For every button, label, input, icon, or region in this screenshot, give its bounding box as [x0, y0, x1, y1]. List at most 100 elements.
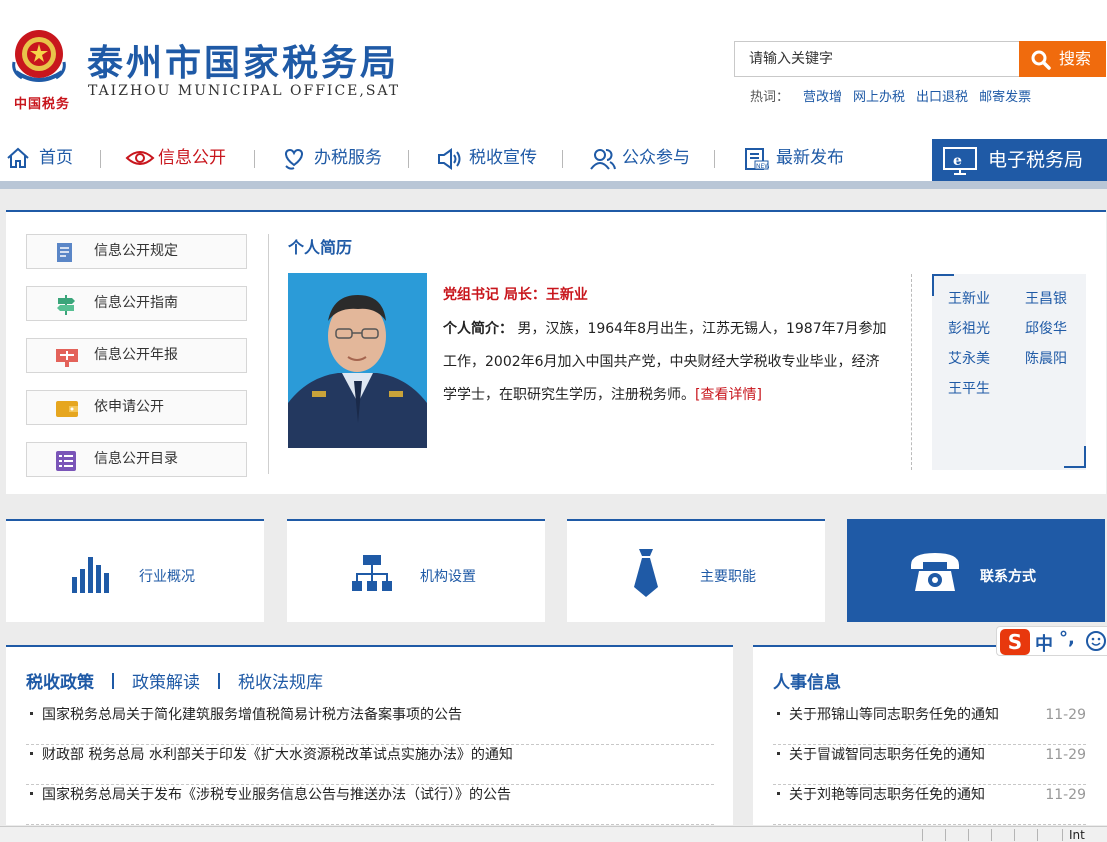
- hotwords: 热词： 营改增 网上办税 出口退税 邮寄发票: [750, 86, 1042, 105]
- nav-item-latest-release[interactable]: NEW 最新发布: [743, 138, 853, 178]
- leader-title: 党组书记 局长：王新业: [443, 287, 588, 303]
- list-icon: [56, 451, 76, 471]
- view-details-link[interactable]: [查看详情]: [695, 387, 762, 403]
- leader-link[interactable]: 陈晨阳: [1025, 348, 1067, 368]
- hotword-link[interactable]: 邮寄发票: [979, 90, 1031, 105]
- sidebar-item-catalog[interactable]: 信息公开目录: [26, 442, 247, 477]
- bio-label: 个人简介：: [443, 321, 513, 337]
- status-divider: [1062, 829, 1063, 841]
- news-title: 国家税务总局关于发布《涉税专业服务信息公告与推送办法（试行）》的公告: [42, 787, 511, 803]
- nav-underline: [0, 181, 1107, 189]
- eye-icon: [125, 151, 155, 165]
- nav-divider: [408, 150, 409, 168]
- report-icon: [56, 349, 78, 367]
- tile-org-structure[interactable]: 机构设置: [287, 519, 545, 622]
- bullet: [30, 712, 33, 715]
- profile-divider: [911, 274, 912, 470]
- bullet: [777, 792, 780, 795]
- personnel-item-title: 关于邢锦山等同志职务任免的通知: [789, 707, 999, 723]
- status-divider: [1037, 829, 1038, 841]
- tab-divider: [218, 673, 220, 689]
- leader-portrait[interactable]: [288, 273, 427, 448]
- ime-chinese-mode[interactable]: 中: [1035, 630, 1053, 656]
- nav-item-info-disclosure[interactable]: 信息公开: [125, 138, 235, 178]
- sidebar-item-label: 依申请公开: [94, 399, 164, 415]
- national-tax-emblem-icon: [12, 30, 66, 82]
- site-subtitle: TAIZHOU MUNICIPAL OFFICE,SAT: [88, 83, 401, 99]
- sidebar-item-label: 信息公开目录: [94, 451, 178, 467]
- personnel-item[interactable]: 关于刘艳等同志职务任免的通知 11-29: [773, 785, 1086, 825]
- wallet-icon: [56, 401, 78, 417]
- leader-bio: 个人简介： 男，汉族，1964年8月出生，江苏无锡人，1987年7月参加工作，2…: [443, 313, 889, 412]
- hotword-link[interactable]: 网上办税: [853, 90, 905, 105]
- browser-status-bar: Int: [0, 826, 1107, 842]
- telephone-icon: [911, 553, 959, 591]
- personnel-item[interactable]: 关于邢锦山等同志职务任免的通知 11-29: [773, 705, 1086, 745]
- people-icon: [590, 149, 616, 170]
- nav-item-label: 公众参与: [622, 148, 690, 168]
- document-icon: [57, 243, 72, 262]
- search-icon: [1031, 50, 1051, 70]
- nav-item-tax-service[interactable]: 办税服务: [281, 138, 391, 178]
- tab-tax-law-library[interactable]: 税收法规库: [238, 668, 323, 693]
- sidebar-item-label: 信息公开年报: [94, 347, 178, 363]
- tile-contact[interactable]: 联系方式: [847, 519, 1105, 622]
- news-item[interactable]: 国家税务总局关于简化建筑服务增值税简易计税方法备案事项的公告: [26, 705, 714, 745]
- tile-label: 联系方式: [980, 569, 1036, 585]
- hotword-link[interactable]: 出口退税: [916, 90, 968, 105]
- leader-link[interactable]: 王新业: [948, 288, 990, 308]
- nav-divider: [254, 150, 255, 168]
- profile-heading: 个人简历: [288, 238, 353, 257]
- nav-divider: [100, 150, 101, 168]
- sidebar-item-regulations[interactable]: 信息公开规定: [26, 234, 247, 269]
- personnel-item[interactable]: 关于冒诚智同志职务任免的通知 11-29: [773, 745, 1086, 785]
- leader-link[interactable]: 彭祖光: [948, 318, 990, 338]
- nav-item-label: 税收宣传: [469, 148, 537, 168]
- sogou-logo-icon[interactable]: S: [1000, 629, 1030, 655]
- personnel-title[interactable]: 人事信息: [773, 668, 841, 693]
- hotword-link[interactable]: 营改增: [803, 90, 842, 105]
- search-button-label: 搜索: [1059, 49, 1092, 68]
- nav-item-home[interactable]: 首页: [6, 138, 86, 178]
- svg-text:e: e: [953, 153, 962, 169]
- sidebar-item-annual-report[interactable]: 信息公开年报: [26, 338, 247, 373]
- status-divider: [922, 829, 923, 841]
- news-title: 国家税务总局关于简化建筑服务增值税简易计税方法备案事项的公告: [42, 707, 462, 723]
- emoji-icon[interactable]: [1085, 630, 1107, 652]
- nav-divider: [562, 150, 563, 168]
- bullet: [777, 712, 780, 715]
- nav-item-tax-publicity[interactable]: 税收宣传: [436, 138, 546, 178]
- ime-punctuation[interactable]: °,: [1059, 628, 1075, 649]
- sidebar-divider: [268, 234, 269, 474]
- e-tax-bureau-button[interactable]: e 电子税务局: [932, 139, 1107, 181]
- bullet: [30, 752, 33, 755]
- news-item[interactable]: 财政部 税务总局 水利部关于印发《扩大水资源税改革试点实施办法》的通知: [26, 745, 714, 785]
- status-divider: [968, 829, 969, 841]
- news-item[interactable]: 国家税务总局关于发布《涉税专业服务信息公告与推送办法（试行）》的公告: [26, 785, 714, 825]
- tab-policy-interpretation[interactable]: 政策解读: [132, 668, 200, 693]
- home-icon: [7, 147, 29, 168]
- ime-toolbar[interactable]: S 中 °,: [996, 626, 1107, 656]
- tile-main-functions[interactable]: 主要职能: [567, 519, 825, 622]
- svg-text:NEW: NEW: [756, 163, 769, 170]
- nav-divider: [714, 150, 715, 168]
- search-button[interactable]: 搜索: [1019, 41, 1106, 77]
- signpost-icon: [57, 295, 75, 315]
- nav-item-public-participation[interactable]: 公众参与: [589, 138, 699, 178]
- search-input[interactable]: 请输入关键字: [734, 41, 1019, 77]
- policy-tabs: 税收政策 政策解读 税收法规库: [26, 668, 323, 693]
- tie-icon: [634, 549, 658, 597]
- sidebar-item-apply-disclosure[interactable]: 依申请公开: [26, 390, 247, 425]
- leader-link[interactable]: 王昌银: [1025, 288, 1067, 308]
- leader-link[interactable]: 艾永美: [948, 348, 990, 368]
- tab-divider: [112, 673, 114, 689]
- tab-tax-policy[interactable]: 税收政策: [26, 668, 94, 693]
- tile-industry-overview[interactable]: 行业概况: [6, 519, 264, 622]
- leader-link[interactable]: 王平生: [948, 378, 990, 398]
- profile-panel: 信息公开规定 信息公开指南 信息公开年报 依申请公开 信息公开目录 个人简历 党…: [6, 210, 1106, 494]
- news-title: 财政部 税务总局 水利部关于印发《扩大水资源税改革试点实施办法》的通知: [42, 747, 513, 763]
- leader-link[interactable]: 邱俊华: [1025, 318, 1067, 338]
- site-title[interactable]: 泰州市国家税务局: [87, 34, 399, 86]
- new-doc-icon: NEW: [745, 148, 769, 170]
- sidebar-item-guide[interactable]: 信息公开指南: [26, 286, 247, 321]
